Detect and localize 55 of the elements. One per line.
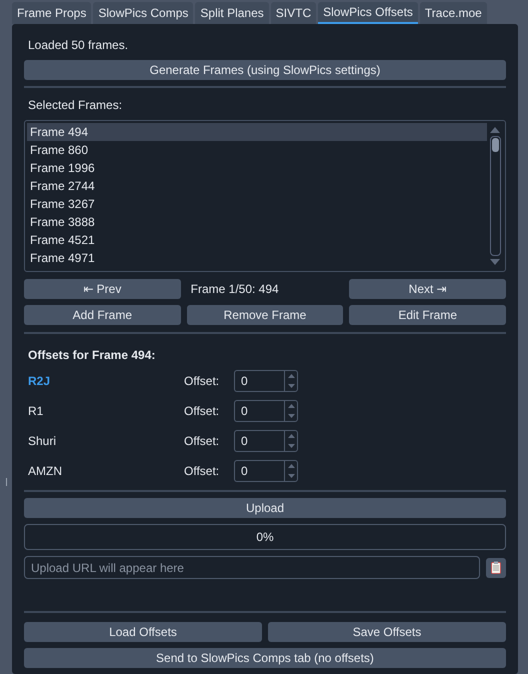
url-field[interactable]: Upload URL will appear here	[24, 556, 480, 579]
frame-button[interactable]: Add Frame	[24, 305, 181, 325]
offset-field[interactable]: 0	[234, 460, 284, 482]
scrollbar[interactable]	[490, 136, 500, 256]
clipboard-icon	[491, 561, 501, 574]
scroll-up-icon[interactable]	[490, 127, 500, 133]
list-item[interactable]: Frame 3888	[27, 213, 487, 231]
generate-button[interactable]: Generate Frames (using SlowPics settings)	[24, 60, 506, 80]
up-arrow-icon[interactable]	[288, 464, 294, 468]
status-text: Loaded 50 frames.	[27, 38, 130, 52]
list-item[interactable]: Frame 4521	[27, 231, 487, 249]
tab[interactable]: SlowPics Offsets	[318, 2, 418, 24]
list-item[interactable]: Frame 860	[27, 141, 487, 159]
up-arrow-icon[interactable]	[288, 434, 294, 438]
down-arrow-icon[interactable]	[288, 474, 294, 478]
send-button[interactable]: Send to SlowPics Comps tab (no offsets)	[24, 648, 506, 668]
source-name: AMZN	[28, 464, 62, 478]
prev-button[interactable]: ⇤ Prev	[24, 279, 181, 299]
offset-field[interactable]: 0	[234, 430, 284, 452]
progress-reading: 0%	[256, 530, 274, 544]
up-arrow-icon[interactable]	[288, 374, 294, 378]
list-item[interactable]: Frame 4971	[27, 249, 487, 267]
frames-label: Selected Frames:	[27, 98, 124, 112]
up-arrow-icon[interactable]	[288, 404, 294, 408]
frame-button[interactable]: Edit Frame	[349, 305, 506, 325]
source-name: R2J	[28, 374, 50, 388]
tab[interactable]: SlowPics Comps	[93, 2, 194, 24]
source-name: R1	[28, 404, 44, 418]
offset-field[interactable]: 0	[234, 400, 284, 422]
offsets-button[interactable]: Save Offsets	[268, 622, 506, 642]
tab[interactable]: Split Planes	[195, 2, 269, 24]
list-item[interactable]: Frame 1996	[27, 159, 487, 177]
offset-label: Offset:	[184, 434, 220, 448]
frame-position: Frame 1/50: 494	[190, 282, 279, 296]
down-arrow-icon[interactable]	[288, 384, 294, 388]
tab[interactable]: Frame Props	[12, 2, 92, 24]
source-name: Shuri	[28, 434, 56, 448]
offset-label: Offset:	[184, 404, 220, 418]
clipboard-button[interactable]	[486, 558, 506, 578]
next-button[interactable]: Next ⇥	[349, 279, 506, 299]
offset-label: Offset:	[184, 464, 220, 478]
down-arrow-icon[interactable]	[288, 414, 294, 418]
tab[interactable]: Trace.moe	[420, 2, 487, 24]
offset-field[interactable]: 0	[234, 370, 284, 392]
scroll-down-icon[interactable]	[490, 259, 500, 265]
frame-button[interactable]: Remove Frame	[186, 305, 344, 325]
offsets-button[interactable]: Load Offsets	[24, 622, 262, 642]
tab[interactable]: SIVTC	[270, 2, 316, 24]
offset-label: Offset:	[184, 374, 220, 388]
upload-button[interactable]: Upload	[24, 498, 506, 518]
list-item[interactable]: Frame 2744	[27, 177, 487, 195]
list-item[interactable]: Frame 3267	[27, 195, 487, 213]
list-item[interactable]: Frame 494	[27, 123, 487, 141]
offsets-heading: Offsets for Frame 494:	[27, 348, 156, 362]
down-arrow-icon[interactable]	[288, 444, 294, 448]
